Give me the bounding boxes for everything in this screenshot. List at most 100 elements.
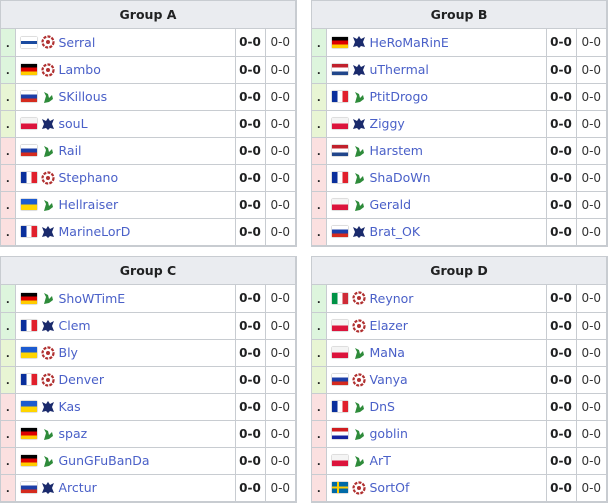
game-score: 0-0 xyxy=(265,110,295,138)
player-link[interactable]: uThermal xyxy=(370,62,429,77)
game-score: 0-0 xyxy=(265,447,295,475)
player-link[interactable]: Serral xyxy=(59,35,96,50)
player-link[interactable]: Clem xyxy=(59,318,91,333)
player-link[interactable]: SortOf xyxy=(370,480,410,495)
player-link[interactable]: Harstem xyxy=(370,143,423,158)
player-link[interactable]: MaNa xyxy=(370,345,405,360)
match-score: 0-0 xyxy=(235,339,266,367)
match-score: 0-0 xyxy=(235,393,266,421)
protoss-race-icon xyxy=(41,454,55,468)
table-row: . Vanya 0-0 0-0 xyxy=(312,366,606,394)
player-cell: PtitDrogo xyxy=(326,83,547,111)
player-link[interactable]: Lambo xyxy=(59,62,101,77)
match-score: 0-0 xyxy=(235,137,266,165)
game-score: 0-0 xyxy=(576,83,606,111)
terran-race-icon xyxy=(41,400,55,414)
player-cell: Lambo xyxy=(15,56,236,84)
group-b-table: Group B . HeRoMaRinE 0-0 0-0 . uThermal … xyxy=(311,0,608,247)
table-row: . GunGFuBanDa 0-0 0-0 xyxy=(1,447,295,475)
player-link[interactable]: Brat_OK xyxy=(370,224,421,239)
player-link[interactable]: GunGFuBanDa xyxy=(59,453,150,468)
game-score: 0-0 xyxy=(265,29,295,57)
player-link[interactable]: Arctur xyxy=(59,480,97,495)
game-score: 0-0 xyxy=(270,224,291,239)
player-link[interactable]: MarineLorD xyxy=(59,224,131,239)
flag-de-icon xyxy=(20,428,37,439)
rank-cell: . xyxy=(1,447,16,475)
match-score: 0-0 xyxy=(546,56,577,84)
player-cell: uThermal xyxy=(326,56,547,84)
flag-ru-icon xyxy=(331,374,348,385)
game-score: 0-0 xyxy=(576,110,606,138)
flag-fi-icon xyxy=(20,36,37,48)
player-link[interactable]: Bly xyxy=(59,345,78,360)
group-c-table: Group C . ShoWTimE 0-0 0-0 . Clem 0-0 0-… xyxy=(0,256,297,503)
player-cell: goblin xyxy=(326,420,547,448)
flag-fr-icon xyxy=(331,401,348,412)
player-link[interactable]: souL xyxy=(59,116,88,131)
terran-race-icon xyxy=(352,117,366,131)
rank-cell: . xyxy=(312,29,327,57)
player-cell: ShaDoWn xyxy=(326,164,547,192)
player-cell: Denver xyxy=(15,366,236,394)
player-link[interactable]: Vanya xyxy=(370,372,408,387)
protoss-race-icon xyxy=(41,291,55,305)
group-title: Group C xyxy=(1,257,295,285)
table-row: . MarineLorD 0-0 0-0 xyxy=(1,218,295,245)
player-link[interactable]: Denver xyxy=(59,372,104,387)
match-score: 0-0 xyxy=(546,420,577,448)
protoss-race-icon xyxy=(352,198,366,212)
game-score: 0-0 xyxy=(265,56,295,84)
protoss-race-icon xyxy=(41,198,55,212)
rank-cell: . xyxy=(312,474,327,501)
rank-cell: . xyxy=(312,218,327,245)
player-link[interactable]: ArT xyxy=(370,453,391,468)
rank-cell: . xyxy=(312,191,327,219)
player-link[interactable]: ShaDoWn xyxy=(370,170,431,185)
table-row: . Hellraiser 0-0 0-0 xyxy=(1,191,295,219)
match-score: 0-0 xyxy=(235,474,266,501)
rank-cell: . xyxy=(312,366,327,394)
table-row: . MaNa 0-0 0-0 xyxy=(312,339,606,367)
flag-de-icon xyxy=(20,292,37,304)
rank-cell: . xyxy=(1,110,16,138)
game-score: 0-0 xyxy=(265,191,295,219)
game-score: 0-0 xyxy=(576,191,606,219)
zerg-race-icon xyxy=(351,318,366,333)
table-row: . Rail 0-0 0-0 xyxy=(1,137,295,165)
player-link[interactable]: Gerald xyxy=(370,197,412,212)
flag-ru-icon xyxy=(20,91,37,102)
player-link[interactable]: PtitDrogo xyxy=(370,89,429,104)
flag-hr-icon xyxy=(331,428,348,439)
player-link[interactable]: ShoWTimE xyxy=(59,291,126,306)
player-link[interactable]: Ziggy xyxy=(370,116,405,131)
player-link[interactable]: Elazer xyxy=(370,318,408,333)
player-cell: ArT xyxy=(326,447,547,475)
player-cell: Clem xyxy=(15,312,236,340)
match-score: 0-0 xyxy=(546,447,577,475)
flag-ua-icon xyxy=(20,199,37,210)
player-cell: MarineLorD xyxy=(15,218,236,245)
flag-fr-icon xyxy=(20,172,37,183)
flag-de-icon xyxy=(20,64,37,75)
player-link[interactable]: Kas xyxy=(59,399,81,414)
player-cell: Gerald xyxy=(326,191,547,219)
table-row: . Lambo 0-0 0-0 xyxy=(1,56,295,84)
player-link[interactable]: SKillous xyxy=(59,89,108,104)
player-link[interactable]: HeRoMaRinE xyxy=(370,35,449,50)
terran-race-icon xyxy=(41,319,55,333)
protoss-race-icon xyxy=(352,144,366,158)
protoss-race-icon xyxy=(352,400,366,414)
player-link[interactable]: goblin xyxy=(370,426,408,441)
flag-pl-icon xyxy=(20,118,37,129)
player-link[interactable]: Reynor xyxy=(370,291,414,306)
terran-race-icon xyxy=(352,225,366,239)
table-row: . Elazer 0-0 0-0 xyxy=(312,312,606,340)
table-row: . spaz 0-0 0-0 xyxy=(1,420,295,448)
player-link[interactable]: spaz xyxy=(59,426,88,441)
table-row: . Stephano 0-0 0-0 xyxy=(1,164,295,192)
player-link[interactable]: Hellraiser xyxy=(59,197,119,212)
player-link[interactable]: Stephano xyxy=(59,170,119,185)
player-link[interactable]: Rail xyxy=(59,143,82,158)
player-link[interactable]: DnS xyxy=(370,399,395,414)
